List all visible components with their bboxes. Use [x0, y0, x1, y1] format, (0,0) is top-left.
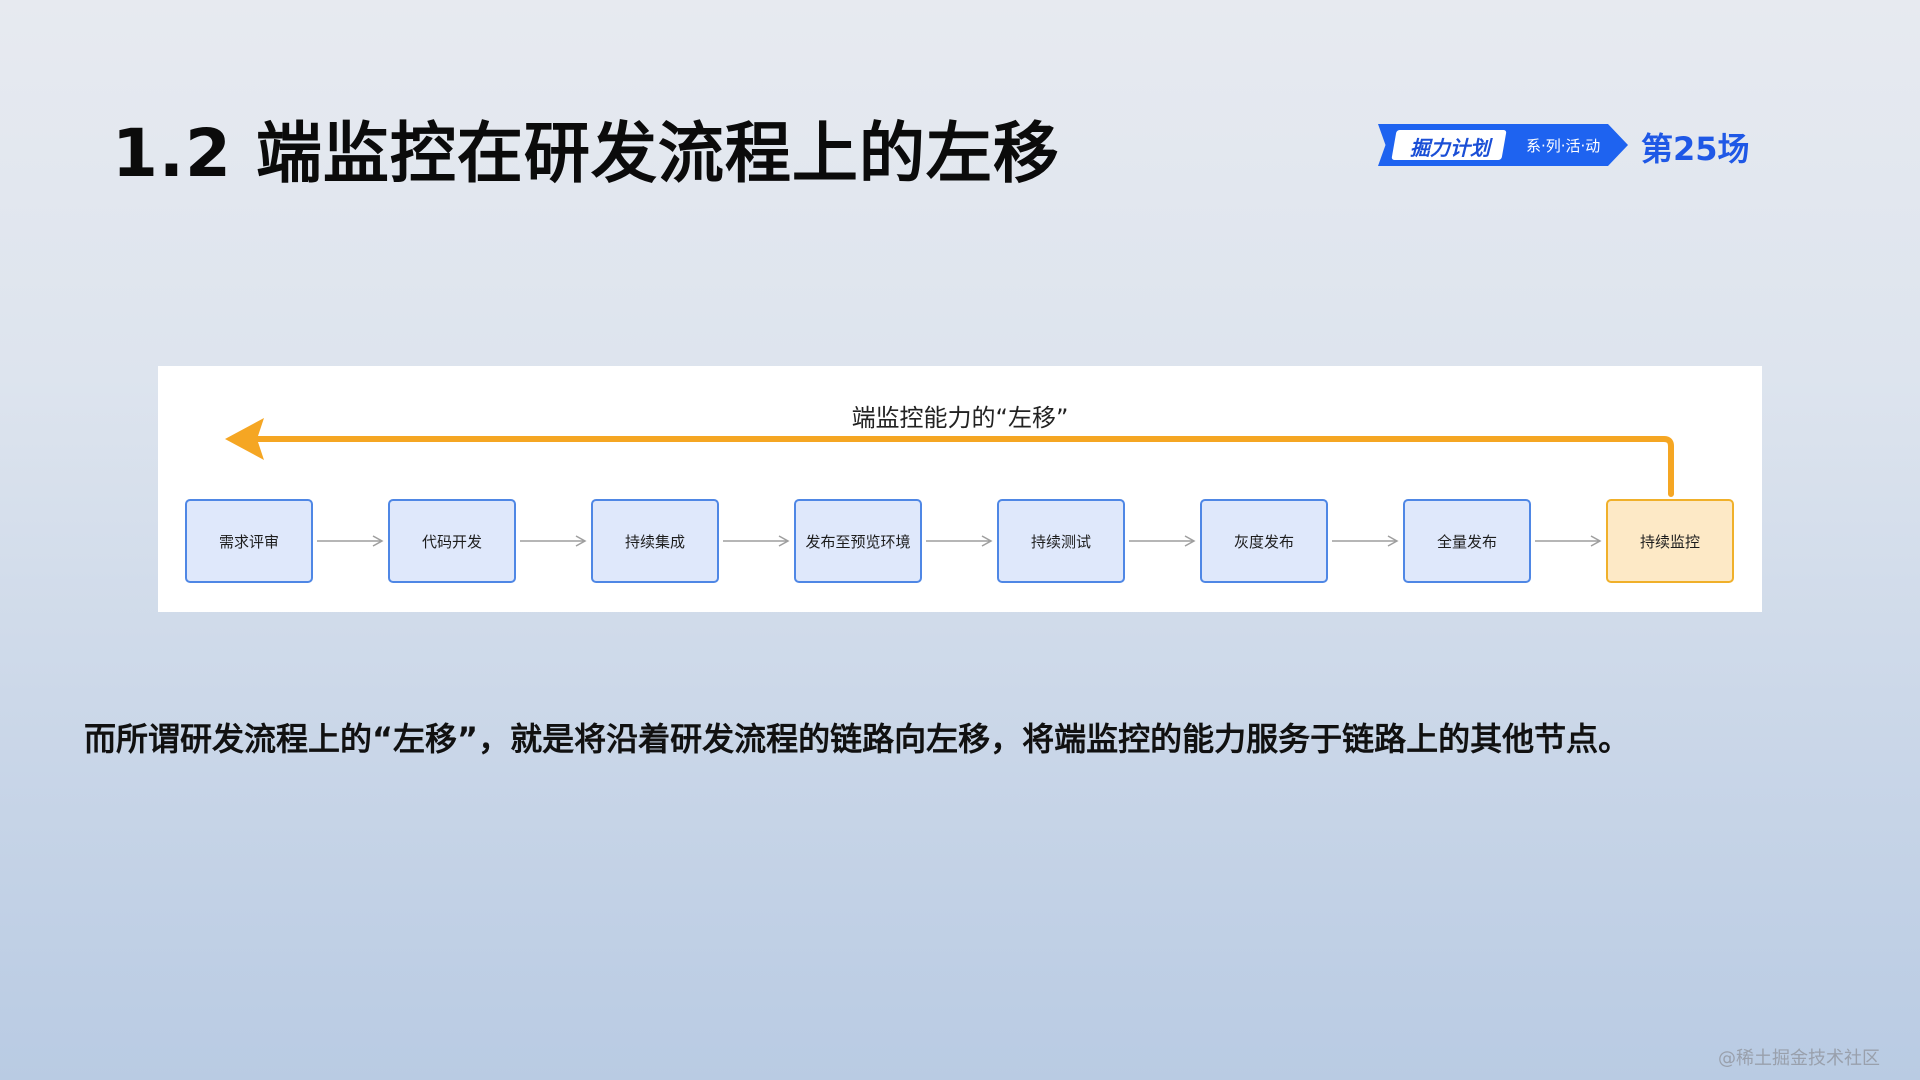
body-text: 而所谓研发流程上的“左移”，就是将沿着研发流程的链路向左移，将端监控的能力服务于… — [84, 720, 1631, 758]
shift-left-diagram: 端监控能力的“左移” 需求评审 代码开发 持续集成 发布至预览环境 持续测试 灰度发布 全量… — [158, 366, 1762, 612]
watermark: @稀土掘金技术社区 — [1718, 1048, 1880, 1069]
event-logo: 掘力计划 系·列·活·动 第25场 — [1378, 122, 1778, 168]
flow-step: 持续测试 — [997, 499, 1125, 583]
flow-step: 发布至预览环境 — [794, 499, 922, 583]
shift-left-arrow-line — [243, 436, 1674, 497]
flow-step: 代码开发 — [388, 499, 516, 583]
diagram-caption: 端监控能力的“左移” — [851, 404, 1069, 432]
flow-step: 需求评审 — [185, 499, 313, 583]
flow-step: 全量发布 — [1403, 499, 1531, 583]
logo-main-text: 掘力计划 — [1410, 136, 1490, 160]
logo-sub-text: 系·列·活·动 — [1526, 137, 1601, 155]
flow-step: 灰度发布 — [1200, 499, 1328, 583]
flow-step: 持续集成 — [591, 499, 719, 583]
slide-title: 1.2 端监控在研发流程上的左移 — [112, 115, 1060, 192]
flow-step: 持续监控 — [1606, 499, 1734, 583]
logo-round-text: 第25场 — [1641, 130, 1750, 168]
